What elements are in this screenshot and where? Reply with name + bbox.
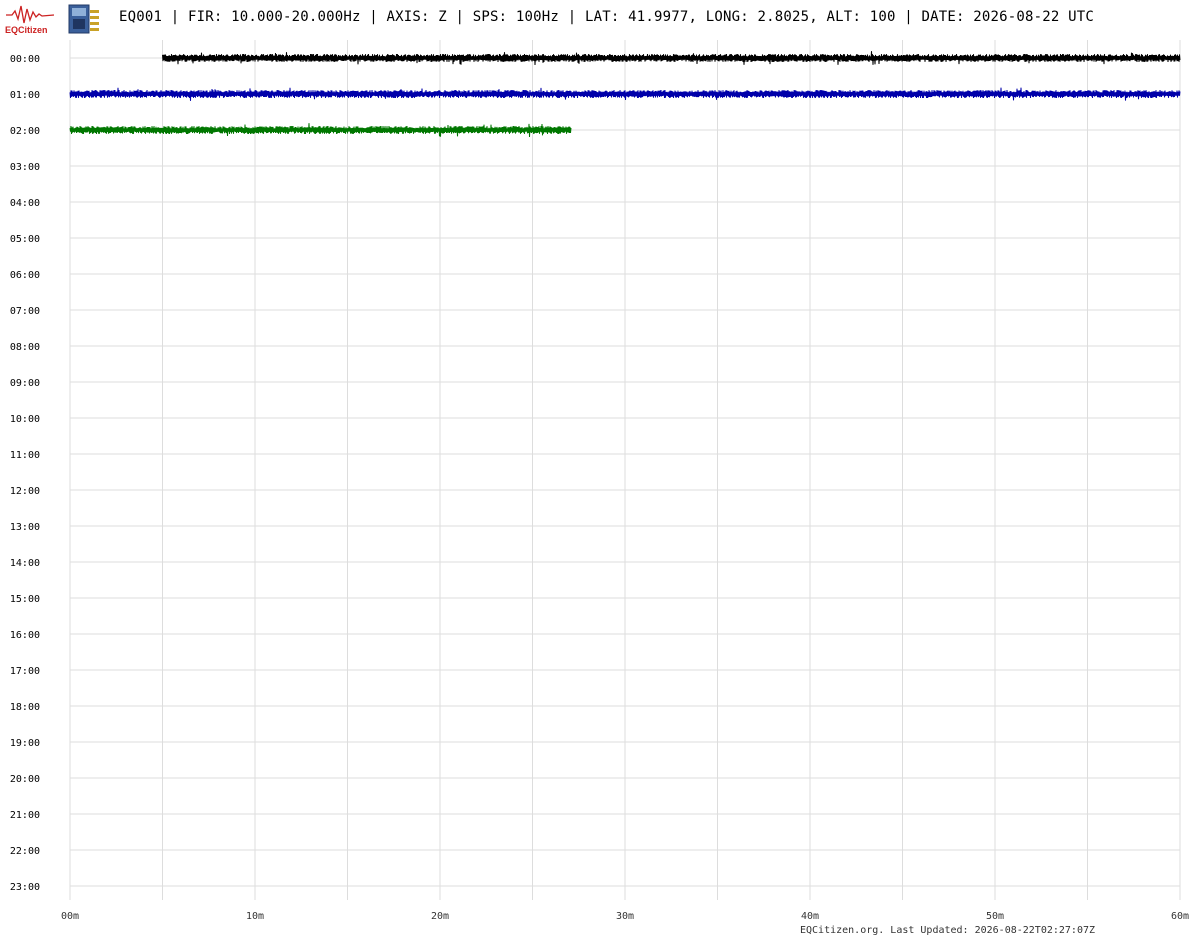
row-label: 02:00 [10, 126, 40, 137]
row-label: 01:00 [10, 90, 40, 101]
x-tick-label: 30m [616, 911, 634, 922]
row-label: 12:00 [10, 486, 40, 497]
row-label: 23:00 [10, 882, 40, 893]
row-label: 17:00 [10, 666, 40, 677]
row-label: 16:00 [10, 630, 40, 641]
row-label: 11:00 [10, 450, 40, 461]
row-label: 07:00 [10, 306, 40, 317]
row-label: 14:00 [10, 558, 40, 569]
row-label: 18:00 [10, 702, 40, 713]
x-tick-label: 00m [61, 911, 79, 922]
row-label: 15:00 [10, 594, 40, 605]
x-tick-label: 10m [246, 911, 264, 922]
row-label: 05:00 [10, 234, 40, 245]
x-tick-label: 60m [1171, 911, 1189, 922]
row-label: 08:00 [10, 342, 40, 353]
x-tick-label: 40m [801, 911, 819, 922]
row-label: 10:00 [10, 414, 40, 425]
seismogram-plot: 00:00 01:00 02:00 03:00 04:00 05:00 06:00 07:00… [10, 40, 1189, 922]
seismic-trace-0000 [162, 51, 1181, 66]
axis-labels: 00:00 01:00 02:00 03:00 04:00 05:00 06:00 07:00… [10, 54, 1189, 922]
row-label: 06:00 [10, 270, 40, 281]
row-label: 00:00 [10, 54, 40, 65]
row-label: 04:00 [10, 198, 40, 209]
row-label: 03:00 [10, 162, 40, 173]
footer-credit: EQCitizen.org. Last Updated: 2026-08-22T… [800, 925, 1096, 936]
grid [69, 40, 1181, 900]
row-label: 09:00 [10, 378, 40, 389]
row-label: 20:00 [10, 774, 40, 785]
row-label: 22:00 [10, 846, 40, 857]
row-label: 21:00 [10, 810, 40, 821]
seismic-trace-0200 [69, 123, 572, 138]
x-tick-label: 20m [431, 911, 449, 922]
row-label: 13:00 [10, 522, 40, 533]
row-label: 19:00 [10, 738, 40, 749]
x-tick-label: 50m [986, 911, 1004, 922]
